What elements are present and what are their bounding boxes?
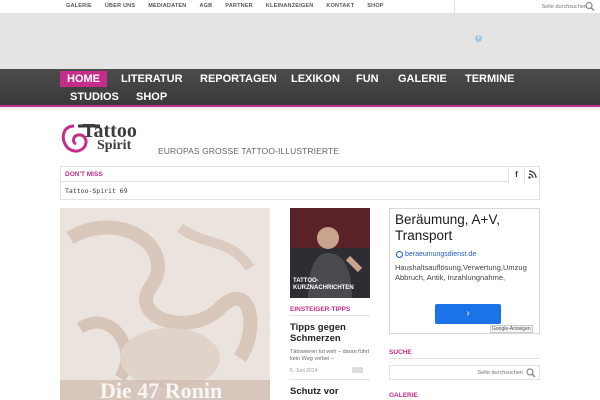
ad-url[interactable]: beraeumungsdienst.de <box>405 251 476 258</box>
news-ticker[interactable]: Tattoo-Spirit 69 <box>65 187 128 195</box>
sidebar-search <box>389 365 540 380</box>
article-title[interactable]: Schutz vor <box>290 386 370 397</box>
galerie-heading[interactable]: GALERIE <box>389 392 418 399</box>
top-search-input[interactable] <box>459 1 587 12</box>
divider <box>290 379 370 380</box>
top-nav-ueber-uns[interactable]: ÜBER UNS <box>105 3 135 9</box>
ad-description: Haushaltsauflösung,Verwertung,Umzug Abbr… <box>395 263 527 282</box>
sidebar-search-input[interactable] <box>393 367 523 378</box>
rss-icon[interactable] <box>524 167 540 183</box>
site-tagline: EUROPAS GROSSE TATTOO-ILLUSTRIERTE <box>158 146 339 156</box>
divider <box>61 181 508 182</box>
logo-text-spirit: Spirit <box>97 138 132 153</box>
feature-article-image[interactable]: Die 47 Ronin <box>60 208 270 400</box>
top-nav-kontakt[interactable]: KONTAKT <box>326 3 354 9</box>
kurznachrichten-tile[interactable]: TATTOO-KURZNACHRICHTEN <box>290 208 370 298</box>
top-nav-partner[interactable]: PARTNER <box>225 3 253 9</box>
top-nav-shop[interactable]: SHOP <box>367 3 383 9</box>
top-nav-agb[interactable]: AGB <box>199 3 212 9</box>
sidebar-ad[interactable]: Beräumung, A+V, Transport beraeumungsdie… <box>389 208 540 334</box>
nav-reportagen[interactable]: REPORTAGEN <box>193 71 284 87</box>
nav-studios[interactable]: STUDIOS <box>63 89 126 105</box>
article-excerpt: Tätowieren tut weh – daran führt kein We… <box>290 349 370 362</box>
dont-miss-bar: DON'T MISS Tattoo-Spirit 69 f <box>60 166 540 200</box>
nav-galerie[interactable]: GALERIE <box>391 71 454 87</box>
nav-shop[interactable]: SHOP <box>129 89 174 105</box>
feature-artwork <box>60 208 270 400</box>
nav-literatur[interactable]: LITERATUR <box>114 71 190 87</box>
globe-icon <box>396 251 403 258</box>
einsteiger-tipps-heading[interactable]: EINSTEIGER-TIPPS <box>290 306 350 313</box>
ad-arrow-button[interactable]: › <box>435 304 501 324</box>
ad-banner[interactable]: i <box>0 14 600 69</box>
suche-heading: SUCHE <box>389 349 412 356</box>
divider <box>389 358 540 359</box>
google-ads-badge[interactable]: Google-Anzeigen <box>490 325 533 333</box>
nav-fun[interactable]: FUN <box>349 71 386 87</box>
top-search <box>454 0 600 14</box>
top-nav-kleinanzeigen[interactable]: KLEINANZEIGEN <box>266 3 314 9</box>
top-nav: GALERIE ÜBER UNS MEDIADATEN AGB PARTNER … <box>66 3 384 9</box>
search-icon[interactable] <box>526 368 536 378</box>
top-nav-galerie[interactable]: GALERIE <box>66 3 92 9</box>
top-nav-mediadaten[interactable]: MEDIADATEN <box>148 3 186 9</box>
comment-count-icon[interactable] <box>352 367 363 373</box>
feature-caption[interactable]: Die 47 Ronin <box>100 378 222 400</box>
facebook-icon[interactable]: f <box>508 167 524 183</box>
main-nav: HOME LITERATUR REPORTAGEN LEXIKON FUN GA… <box>0 69 600 107</box>
ad-headline[interactable]: Beräumung, A+V, Transport <box>395 212 535 244</box>
nav-lexikon[interactable]: LEXIKON <box>284 71 347 87</box>
article-title[interactable]: Tipps gegen Schmerzen <box>290 322 370 344</box>
site-logo[interactable]: Tattoo Spirit <box>60 120 156 163</box>
search-icon[interactable] <box>585 1 595 12</box>
top-bar: GALERIE ÜBER UNS MEDIADATEN AGB PARTNER … <box>0 0 600 14</box>
article-date: 5. Juni 2014 <box>290 368 318 374</box>
dont-miss-label: DON'T MISS <box>65 171 103 178</box>
nav-termine[interactable]: TERMINE <box>458 71 522 87</box>
nav-home[interactable]: HOME <box>60 71 107 87</box>
info-icon[interactable]: i <box>475 35 482 42</box>
kurznachrichten-label: TATTOO-KURZNACHRICHTEN <box>293 278 354 291</box>
divider <box>290 315 370 316</box>
